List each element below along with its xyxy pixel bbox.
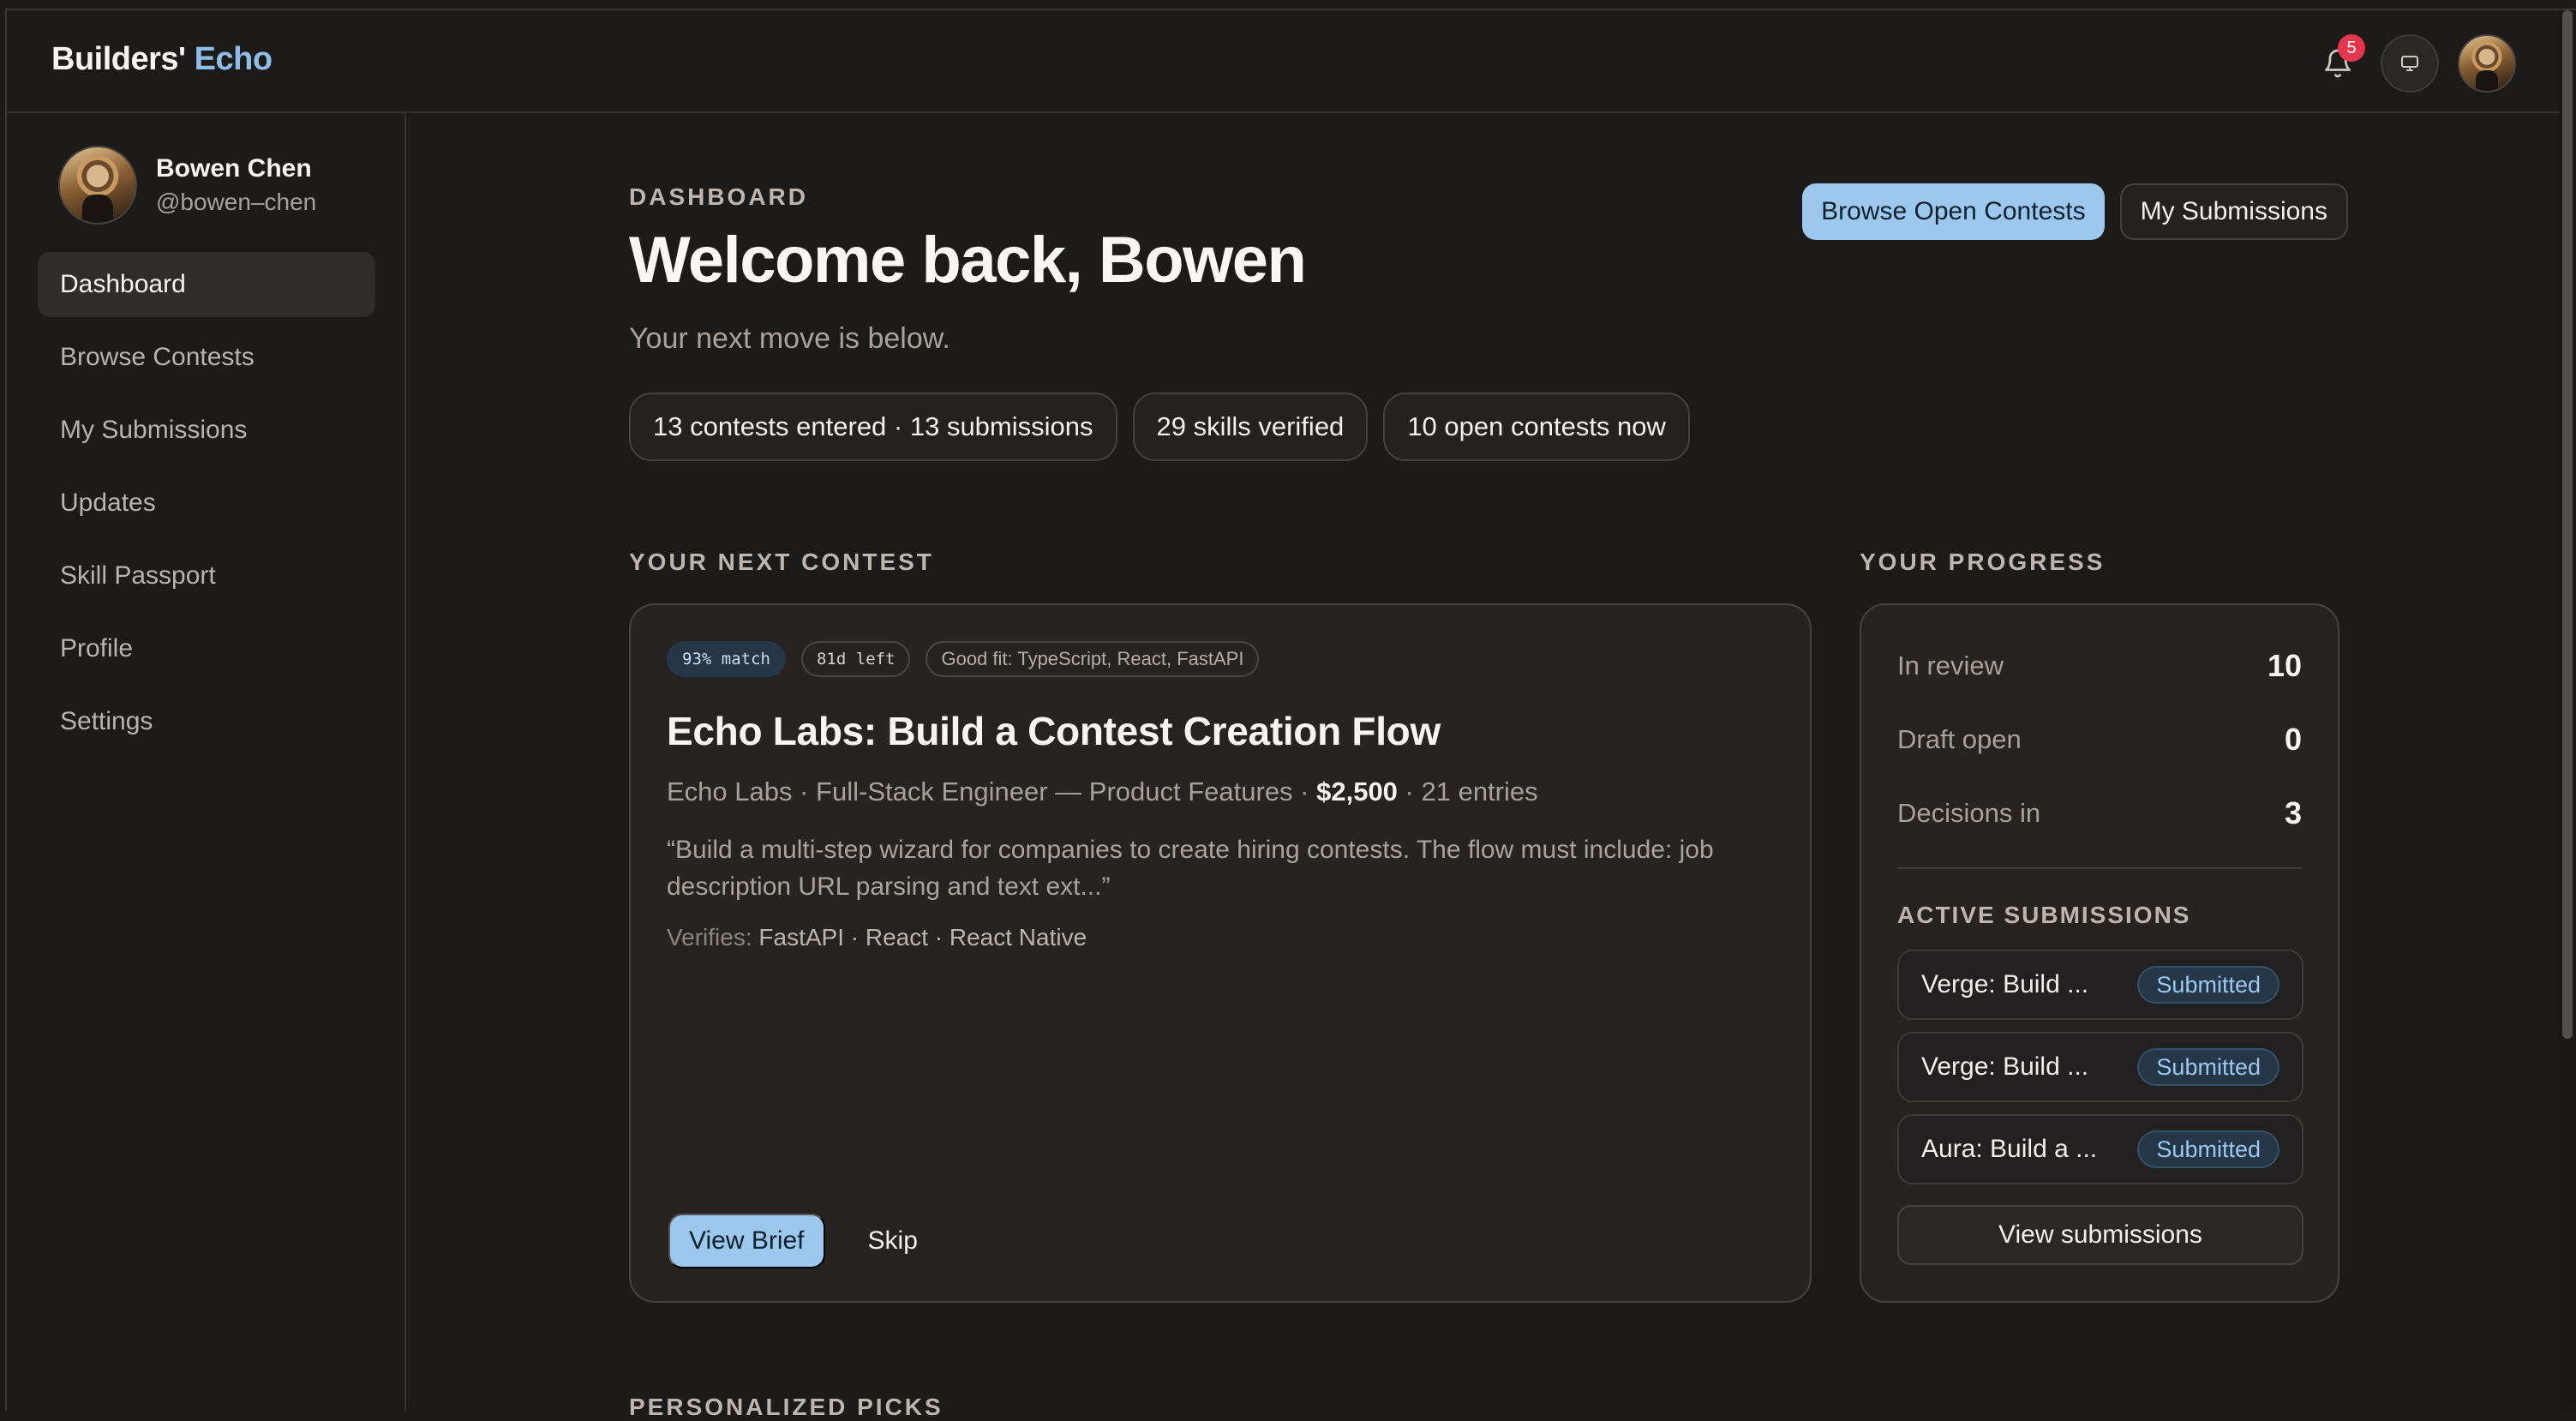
- sidebar: Bowen Chen @bowen–chen Dashboard Browse …: [7, 113, 406, 1411]
- status-badge: Submitted: [2137, 1048, 2279, 1086]
- page-subtitle: Your next move is below.: [629, 322, 950, 356]
- fit-badge: Good fit: TypeScript, React, FastAPI: [926, 641, 1259, 677]
- metric-label: Decisions in: [1897, 798, 2040, 829]
- next-contest-card[interactable]: 93% match 81d left Good fit: TypeScript,…: [629, 603, 1812, 1303]
- top-actions: 5: [2314, 34, 2516, 93]
- metric-label: In review: [1897, 651, 2004, 681]
- notifications-button[interactable]: 5: [2314, 39, 2362, 87]
- submission-title: Aura: Build a ...: [1921, 1135, 2097, 1164]
- metric-label: Draft open: [1897, 724, 2022, 755]
- sidebar-nav: Dashboard Browse Contests My Submissions…: [38, 252, 375, 762]
- contest-meta: Echo Labs · Full-Stack Engineer — Produc…: [667, 776, 1538, 807]
- stat-contests-entered: 13 contests entered · 13 submissions: [629, 393, 1117, 461]
- metric-draft-open: Draft open 0: [1897, 722, 2302, 758]
- user-handle: @bowen–chen: [156, 189, 316, 216]
- display-mode-button[interactable]: [2381, 34, 2439, 93]
- verifies-values: FastAPI · React · React Native: [758, 924, 1087, 950]
- status-badge: Submitted: [2137, 966, 2279, 1004]
- page-title: Welcome back, Bowen: [629, 223, 1305, 297]
- status-badge: Submitted: [2137, 1130, 2279, 1168]
- submission-item[interactable]: Aura: Build a ... Submitted: [1897, 1114, 2303, 1184]
- avatar: [58, 146, 137, 225]
- submission-title: Verge: Build ...: [1921, 970, 2088, 999]
- stat-open-contests: 10 open contests now: [1383, 393, 1690, 461]
- sidebar-item-browse-contests[interactable]: Browse Contests: [38, 325, 375, 390]
- sidebar-item-profile[interactable]: Profile: [38, 616, 375, 681]
- submission-item[interactable]: Verge: Build ... Submitted: [1897, 950, 2303, 1020]
- verified-skills: Verifies: FastAPI · React · React Native: [667, 924, 1087, 951]
- contest-entries: · 21 entries: [1398, 776, 1538, 806]
- my-submissions-button[interactable]: My Submissions: [2120, 183, 2348, 240]
- section-label-personalized-picks: PERSONALIZED PICKS: [629, 1394, 944, 1421]
- breadcrumb: DASHBOARD: [629, 183, 808, 211]
- view-brief-button[interactable]: View Brief: [668, 1214, 825, 1268]
- submission-title: Verge: Build ...: [1921, 1052, 2088, 1082]
- app-frame: Builders' Echo 5 Bowen: [5, 9, 2576, 1411]
- user-profile[interactable]: Bowen Chen @bowen–chen: [58, 146, 316, 225]
- contest-company-role: Echo Labs · Full-Stack Engineer — Produc…: [667, 776, 1316, 806]
- section-label-progress: YOUR PROGRESS: [1860, 549, 2105, 576]
- metric-decisions-in: Decisions in 3: [1897, 795, 2302, 831]
- contest-actions: View Brief Skip: [668, 1214, 937, 1268]
- sidebar-item-skill-passport[interactable]: Skill Passport: [38, 543, 375, 609]
- skip-button[interactable]: Skip: [849, 1214, 937, 1268]
- match-badge: 93% match: [667, 641, 786, 677]
- submission-item[interactable]: Verge: Build ... Submitted: [1897, 1032, 2303, 1102]
- notification-count-badge: 5: [2338, 34, 2365, 62]
- sidebar-item-updates[interactable]: Updates: [38, 471, 375, 536]
- stats-row: 13 contests entered · 13 submissions 29 …: [629, 393, 1690, 461]
- metric-in-review: In review 10: [1897, 648, 2302, 684]
- progress-card: In review 10 Draft open 0 Decisions in 3…: [1860, 603, 2339, 1303]
- brand-logo[interactable]: Builders' Echo: [51, 41, 273, 78]
- brand-accent: Echo: [195, 41, 273, 77]
- time-left-badge: 81d left: [801, 641, 911, 677]
- active-submissions-label: ACTIVE SUBMISSIONS: [1897, 902, 2190, 929]
- monitor-icon: [2399, 53, 2421, 74]
- sidebar-item-settings[interactable]: Settings: [38, 689, 375, 754]
- contest-description: “Build a multi-step wizard for companies…: [667, 831, 1781, 905]
- contest-prize: $2,500: [1316, 776, 1398, 806]
- divider: [1897, 867, 2302, 869]
- header-actions: Browse Open Contests My Submissions: [1802, 183, 2348, 240]
- user-name: Bowen Chen: [156, 154, 316, 183]
- sidebar-item-my-submissions[interactable]: My Submissions: [38, 398, 375, 463]
- browse-open-contests-button[interactable]: Browse Open Contests: [1802, 183, 2104, 240]
- brand-name: Builders': [51, 41, 186, 77]
- verifies-label: Verifies:: [667, 924, 758, 950]
- metric-value: 3: [2285, 795, 2302, 831]
- view-submissions-button[interactable]: View submissions: [1897, 1205, 2303, 1265]
- user-avatar-button[interactable]: [2458, 34, 2516, 93]
- contest-tags: 93% match 81d left Good fit: TypeScript,…: [667, 641, 1259, 677]
- contest-title[interactable]: Echo Labs: Build a Contest Creation Flow: [667, 708, 1441, 754]
- metric-value: 10: [2267, 648, 2302, 684]
- stat-skills-verified: 29 skills verified: [1133, 393, 1369, 461]
- scrollbar[interactable]: [2559, 10, 2576, 1411]
- section-label-next-contest: YOUR NEXT CONTEST: [629, 549, 934, 576]
- sidebar-item-dashboard[interactable]: Dashboard: [38, 252, 375, 317]
- top-bar: Builders' Echo 5: [7, 10, 2576, 113]
- scrollbar-thumb[interactable]: [2562, 10, 2573, 1039]
- metric-value: 0: [2285, 722, 2302, 758]
